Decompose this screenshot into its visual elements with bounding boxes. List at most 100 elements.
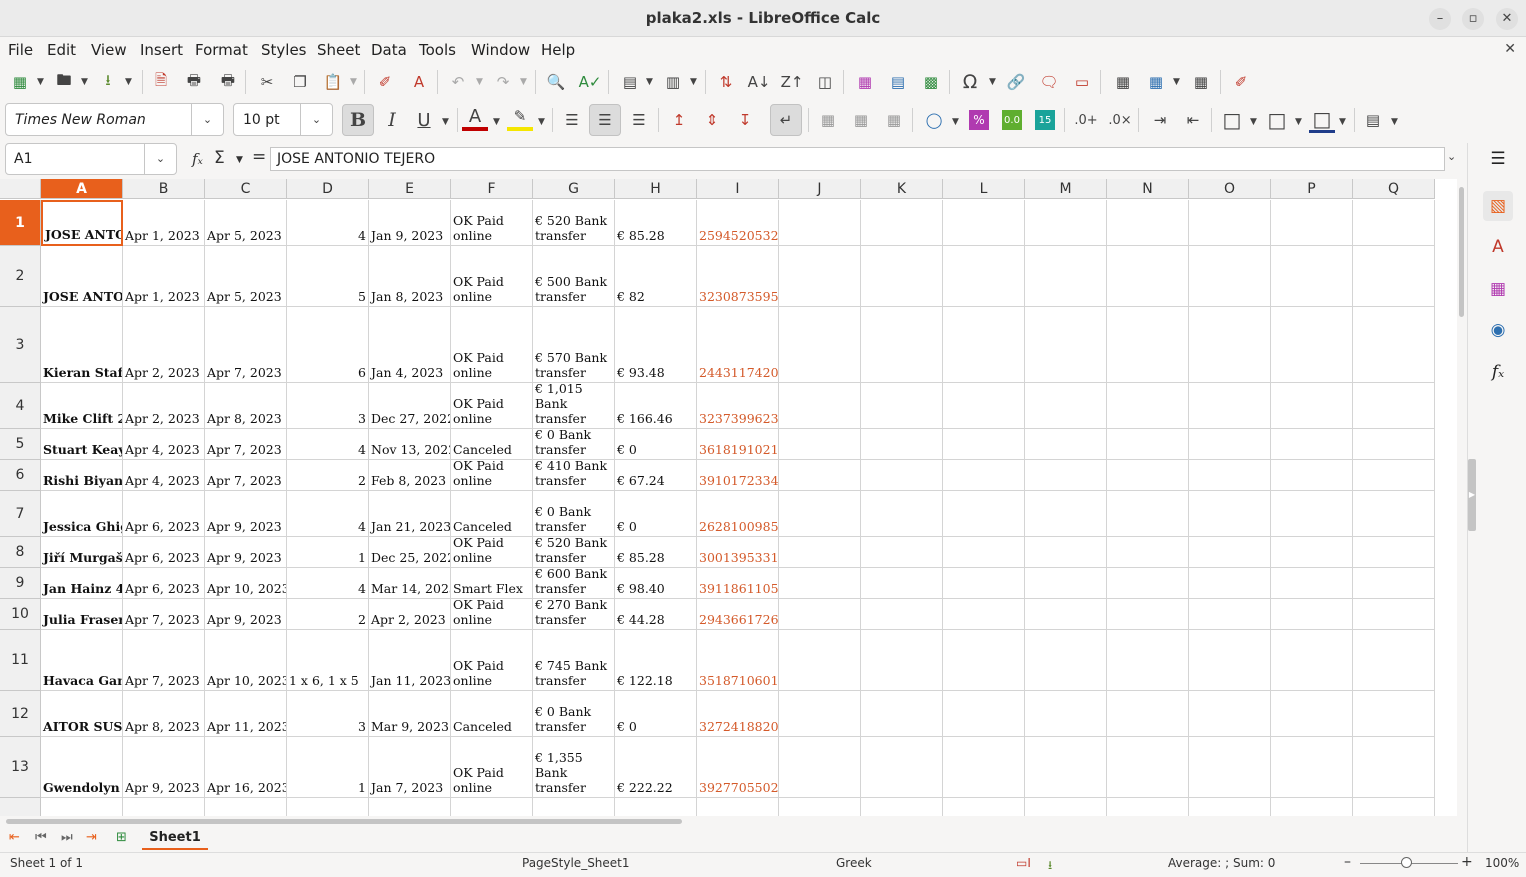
cell-i13[interactable]: 3927705502 <box>697 737 779 798</box>
menu-window[interactable]: Window <box>471 41 530 59</box>
expand-formula-bar-icon[interactable]: ⌄ <box>1447 150 1456 163</box>
new-spreadsheet-icon[interactable]: ▦ <box>7 69 33 95</box>
gallery-icon[interactable]: ▦ <box>1486 277 1510 301</box>
cell-c9[interactable]: Apr 10, 2023 <box>205 568 287 599</box>
cell-g12[interactable]: € 0 Bank transfer <box>533 691 615 737</box>
cell-p13[interactable] <box>1271 737 1353 798</box>
cell-b8[interactable]: Apr 6, 2023 <box>123 537 205 568</box>
delete-decimal-icon[interactable]: .0× <box>1107 107 1133 133</box>
cell-i14[interactable] <box>697 798 779 816</box>
language[interactable]: Greek <box>836 856 872 870</box>
export-pdf-icon[interactable]: 🗎 <box>148 69 174 95</box>
cell-o3[interactable] <box>1189 307 1271 383</box>
cell-a13[interactable]: Gwendolyn Sh <box>41 737 123 798</box>
cell-q9[interactable] <box>1353 568 1435 599</box>
cell-f1[interactable]: OK Paid online <box>451 200 533 246</box>
styles-icon[interactable]: A <box>1486 235 1510 259</box>
cell-q5[interactable] <box>1353 429 1435 460</box>
chevron-down-icon[interactable]: ▼ <box>350 77 357 87</box>
cell-p2[interactable] <box>1271 246 1353 307</box>
cell-i1[interactable]: 2594520532 <box>697 200 779 246</box>
cell-h1[interactable]: € 85.28 <box>615 200 697 246</box>
cell-k4[interactable] <box>861 383 943 429</box>
cell-f12[interactable]: Canceled <box>451 691 533 737</box>
cell-e10[interactable]: Apr 2, 2023 <box>369 599 451 630</box>
cell-c7[interactable]: Apr 9, 2023 <box>205 491 287 537</box>
formula-input[interactable]: JOSE ANTONIO TEJERO <box>270 147 1445 171</box>
cell-e5[interactable]: Nov 13, 2022 <box>369 429 451 460</box>
chevron-down-icon[interactable]: ▼ <box>1250 117 1257 127</box>
menu-edit[interactable]: Edit <box>47 41 76 59</box>
cell-h4[interactable]: € 166.46 <box>615 383 697 429</box>
cell-o10[interactable] <box>1189 599 1271 630</box>
cell-a7[interactable]: Jessica Ghignone <box>41 491 123 537</box>
cell-i6[interactable]: 3910172334 <box>697 460 779 491</box>
define-print-area-icon[interactable]: ▦ <box>1110 69 1136 95</box>
cell-m10[interactable] <box>1025 599 1107 630</box>
row-header[interactable]: 9 <box>0 568 41 599</box>
border-style-icon[interactable]: □ <box>1264 107 1290 133</box>
cell-n5[interactable] <box>1107 429 1189 460</box>
cell-o7[interactable] <box>1189 491 1271 537</box>
cell-c8[interactable]: Apr 9, 2023 <box>205 537 287 568</box>
spelling-icon[interactable]: A✓ <box>577 69 603 95</box>
cell-m13[interactable] <box>1025 737 1107 798</box>
minimize-icon[interactable]: – <box>1429 8 1451 30</box>
align-left-icon[interactable]: ☰ <box>559 107 585 133</box>
column-header[interactable]: I <box>697 179 779 199</box>
column-header[interactable]: N <box>1107 179 1189 199</box>
font-size-combobox[interactable]: 10 pt ⌄ <box>233 103 333 136</box>
column-header[interactable]: D <box>287 179 369 199</box>
cell-l6[interactable] <box>943 460 1025 491</box>
chevron-down-icon[interactable]: ▼ <box>476 77 483 87</box>
cell-b5[interactable]: Apr 4, 2023 <box>123 429 205 460</box>
cell-m7[interactable] <box>1025 491 1107 537</box>
zoom-in-icon[interactable]: + <box>1461 854 1473 870</box>
cell-n13[interactable] <box>1107 737 1189 798</box>
cell-f8[interactable]: OK Paid online <box>451 537 533 568</box>
cell-k7[interactable] <box>861 491 943 537</box>
cell-q1[interactable] <box>1353 200 1435 246</box>
column-header[interactable]: M <box>1025 179 1107 199</box>
cell-d10[interactable]: 2 <box>287 599 369 630</box>
save-icon[interactable]: ⭳ <box>95 69 121 95</box>
cell-o13[interactable] <box>1189 737 1271 798</box>
zoom-out-icon[interactable]: – <box>1344 854 1351 870</box>
row-header[interactable]: 8 <box>0 537 41 568</box>
date-format-icon[interactable]: 15 <box>1035 110 1055 130</box>
cell-m9[interactable] <box>1025 568 1107 599</box>
menu-styles[interactable]: Styles <box>261 41 307 59</box>
cell-j3[interactable] <box>779 307 861 383</box>
cell-l10[interactable] <box>943 599 1025 630</box>
cell-g8[interactable]: € 520 Bank transfer <box>533 537 615 568</box>
cell-p5[interactable] <box>1271 429 1353 460</box>
first-sheet-icon[interactable]: ⇤ <box>9 830 20 845</box>
cell-g3[interactable]: € 570 Bank transfer <box>533 307 615 383</box>
cell-n6[interactable] <box>1107 460 1189 491</box>
cell-n3[interactable] <box>1107 307 1189 383</box>
function-wizard-icon[interactable]: fₓ <box>192 150 203 168</box>
cell-g14[interactable] <box>533 798 615 816</box>
align-bottom-icon[interactable]: ↧ <box>732 107 758 133</box>
clear-formatting-icon[interactable]: A <box>406 69 432 95</box>
zoom-level[interactable]: 100% <box>1485 856 1519 870</box>
chevron-down-icon[interactable]: ▼ <box>493 117 500 127</box>
cell-a6[interactable]: Rishi Biyani 2 <box>41 460 123 491</box>
column-header[interactable]: Q <box>1353 179 1435 199</box>
chevron-down-icon[interactable]: ⌄ <box>144 144 176 174</box>
percent-format-icon[interactable]: % <box>969 110 989 130</box>
cell-n12[interactable] <box>1107 691 1189 737</box>
cell-j1[interactable] <box>779 200 861 246</box>
copy-icon[interactable]: ❐ <box>287 69 313 95</box>
cell-c10[interactable]: Apr 9, 2023 <box>205 599 287 630</box>
special-character-icon[interactable]: Ω <box>957 69 983 95</box>
select-all-corner[interactable] <box>0 179 41 199</box>
cell-j5[interactable] <box>779 429 861 460</box>
cell-j9[interactable] <box>779 568 861 599</box>
last-sheet-icon[interactable]: ⇥ <box>86 830 97 845</box>
split-window-icon[interactable]: ▦ <box>1188 69 1214 95</box>
wrap-text-icon[interactable]: ↵ <box>770 104 802 136</box>
cell-c11[interactable]: Apr 10, 2023 <box>205 630 287 691</box>
cell-a5[interactable]: Stuart Keay 2 <box>41 429 123 460</box>
cell-l11[interactable] <box>943 630 1025 691</box>
